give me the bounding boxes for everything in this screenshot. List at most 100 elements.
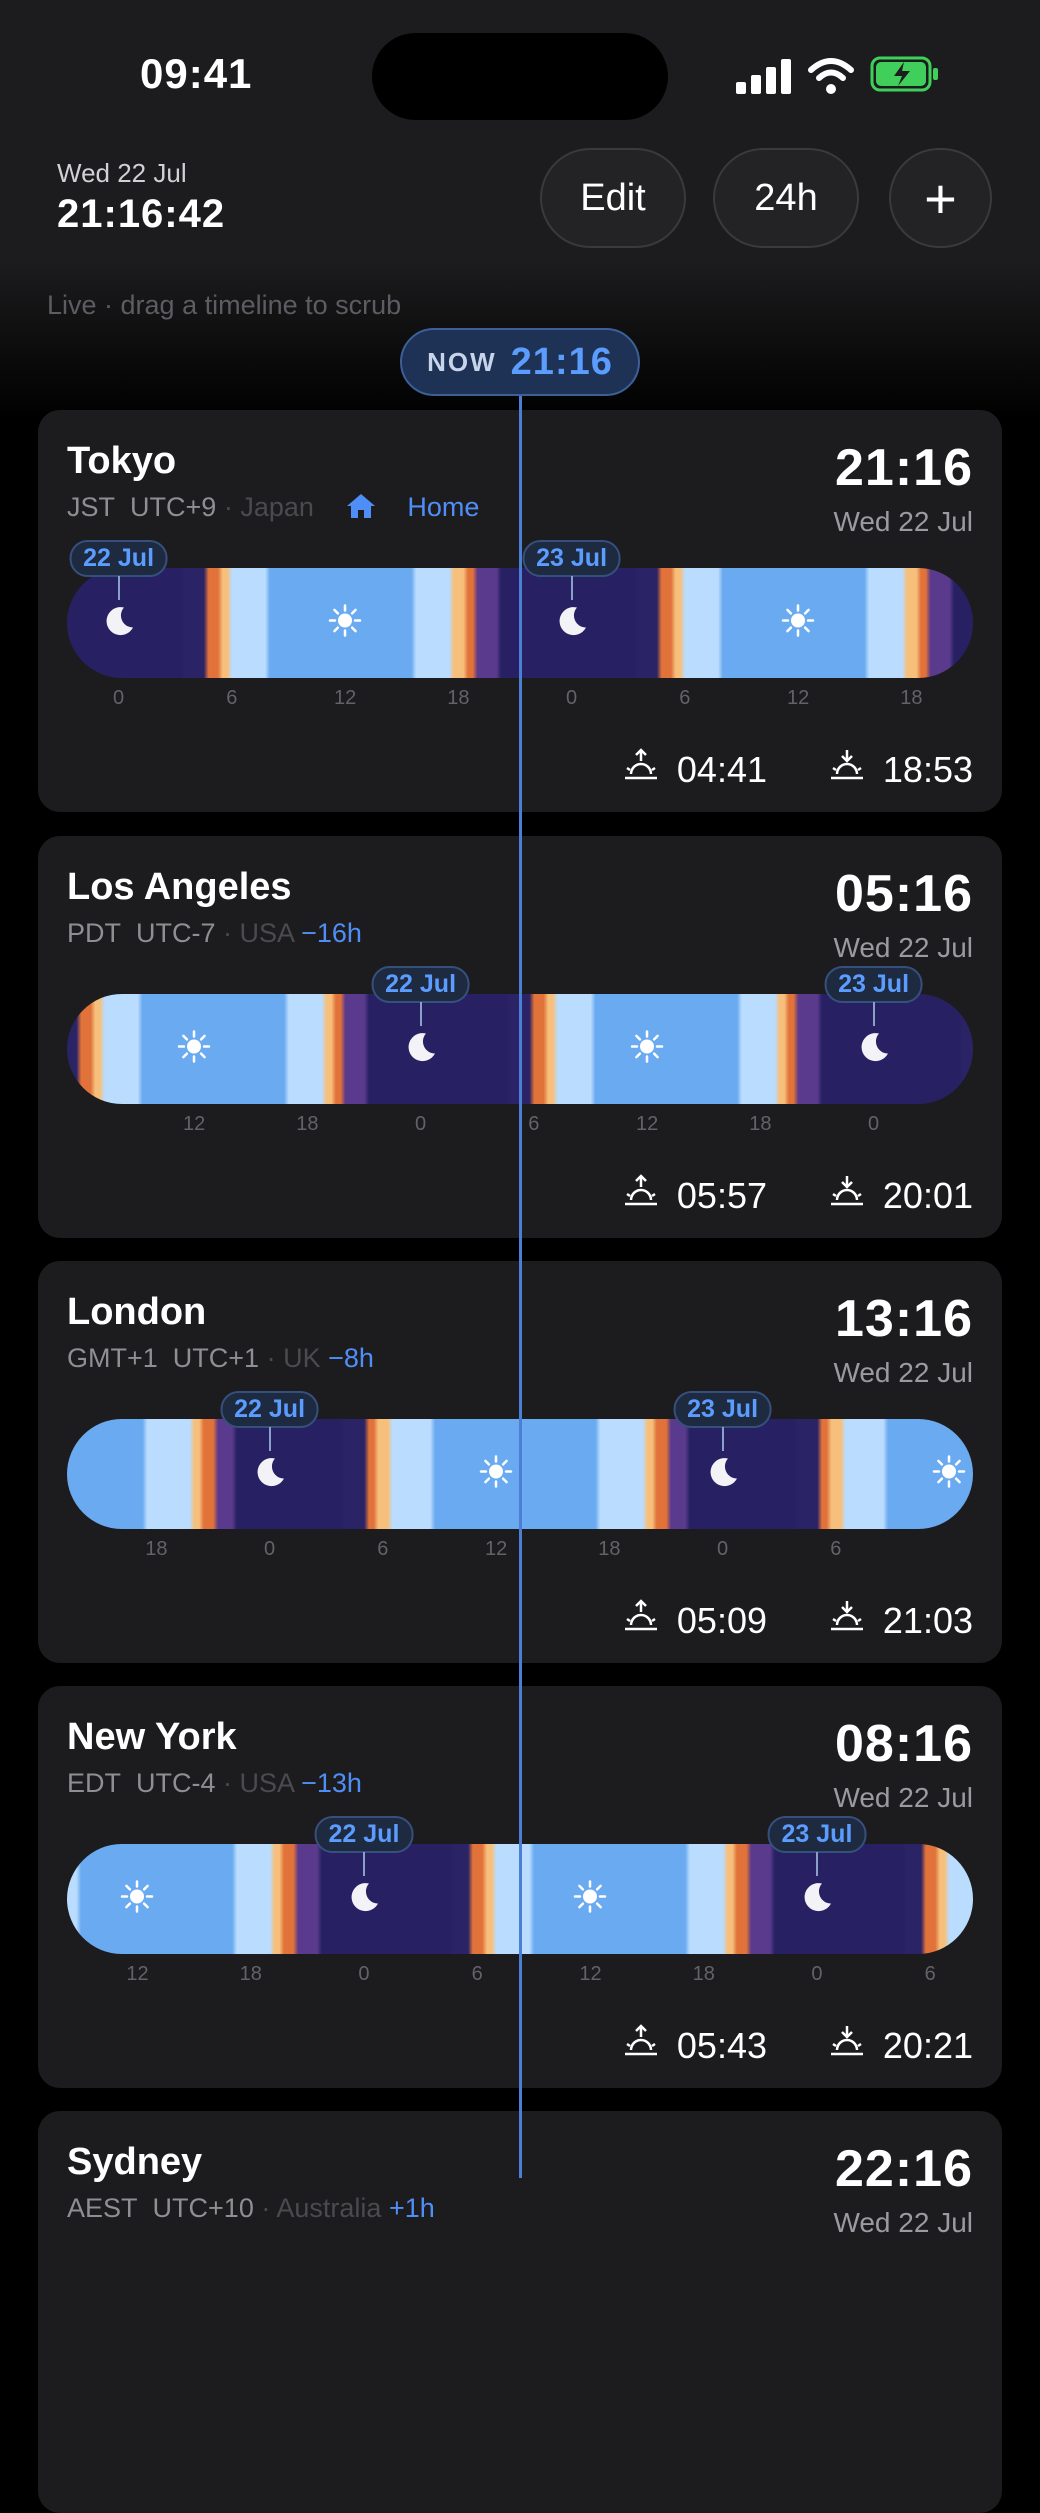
current-clock: 21:16:42 <box>57 192 226 236</box>
sunset-icon <box>829 748 865 791</box>
hour-tick-label: 0 <box>717 1538 729 1560</box>
country-name: Australia <box>276 2193 382 2223</box>
hour-tick-label: 0 <box>358 1963 370 1985</box>
hour-tick-label: 12 <box>333 687 357 709</box>
tz-abbr: JST <box>67 492 116 522</box>
moon-icon <box>404 1030 438 1069</box>
moon-icon <box>253 1455 287 1494</box>
local-date: Wed 22 Jul <box>833 2207 973 2238</box>
sunrise-time: 05:43 <box>676 2024 767 2066</box>
sun-icon <box>328 604 362 643</box>
local-time: 22:16 <box>835 2140 973 2198</box>
hour-tick-label: 6 <box>226 687 238 709</box>
sun-icon <box>630 1030 664 1069</box>
day-tag: 22 Jul <box>371 966 471 1003</box>
sunrise-info: 05:57 <box>623 1174 767 1217</box>
sunset-icon <box>829 2024 865 2067</box>
utc-offset: UTC+1 <box>172 1343 260 1373</box>
moon-icon <box>706 1455 740 1494</box>
hour-tick-label: 0 <box>113 687 125 709</box>
tz-abbr: GMT+1 <box>67 1343 158 1373</box>
day-tag-stem <box>268 1427 271 1451</box>
sunrise-icon <box>623 1174 659 1217</box>
city-name: London <box>67 1291 207 1333</box>
moon-icon <box>102 604 136 643</box>
moon-icon <box>857 1030 891 1069</box>
local-time: 08:16 <box>835 1715 973 1773</box>
tz-abbr: PDT <box>67 918 121 948</box>
sunset-icon <box>829 1599 865 1642</box>
hour-tick-label: 18 <box>239 1963 262 1985</box>
home-icon <box>345 492 377 527</box>
sun-icon <box>781 604 815 643</box>
hour-tick-label: 0 <box>415 1113 427 1135</box>
sunrise-time: 05:57 <box>676 1174 767 1216</box>
city-name: Sydney <box>67 2141 203 2183</box>
hour-tick-label: 18 <box>692 1963 715 1985</box>
moon-icon <box>800 1880 834 1919</box>
local-time: 21:16 <box>835 439 973 497</box>
sunset-info: 20:01 <box>829 1174 973 1217</box>
day-tag: 23 Jul <box>673 1391 773 1428</box>
now-indicator-line[interactable] <box>519 396 522 2178</box>
offset-label: −13h <box>301 1768 362 1798</box>
sunrise-icon <box>623 2024 659 2067</box>
local-time: 13:16 <box>835 1290 973 1348</box>
utc-offset: UTC-4 <box>136 1768 216 1798</box>
city-name: New York <box>67 1716 237 1758</box>
sun-icon <box>177 1030 211 1069</box>
sun-icon <box>573 1880 607 1919</box>
now-badge[interactable]: NOW 21:16 <box>400 328 640 396</box>
timezone-info: PDT UTC-7 · USA −16h <box>67 918 362 948</box>
country-name: USA <box>239 918 294 948</box>
tz-abbr: AEST <box>67 2193 138 2223</box>
now-time: 21:16 <box>510 340 613 383</box>
offset-label: −8h <box>328 1343 374 1373</box>
sun-icon <box>932 1455 966 1494</box>
day-tag: 23 Jul <box>824 966 924 1003</box>
offset-label: −16h <box>301 918 362 948</box>
hour-tick-label: 0 <box>264 1538 276 1560</box>
country-name: USA <box>239 1768 294 1798</box>
sunset-info: 20:21 <box>829 2024 973 2067</box>
day-tag: 23 Jul <box>767 1816 867 1853</box>
local-date: Wed 22 Jul <box>833 932 973 963</box>
now-label: NOW <box>427 346 497 377</box>
signal-icon <box>736 58 792 94</box>
sunrise-time: 04:41 <box>676 748 767 790</box>
hour-tick-label: 12 <box>635 1113 659 1135</box>
local-date: Wed 22 Jul <box>833 1782 973 1813</box>
add-city-button[interactable]: + <box>889 148 992 248</box>
current-date: Wed 22 Jul <box>57 158 187 188</box>
sunset-info: 18:53 <box>829 748 973 791</box>
sunset-time: 20:21 <box>882 2024 973 2066</box>
sunrise-info: 05:43 <box>623 2024 767 2067</box>
timezone-info: JST UTC+9 · Japan Home <box>67 492 479 527</box>
sunrise-icon <box>623 748 659 791</box>
format-toggle-button[interactable]: 24h <box>713 148 859 248</box>
day-tag-stem <box>872 1002 875 1026</box>
tz-abbr: EDT <box>67 1768 121 1798</box>
offset-label: +1h <box>388 2193 435 2223</box>
wifi-icon <box>808 58 854 94</box>
sunset-time: 18:53 <box>882 748 973 790</box>
day-tag-stem <box>117 576 120 600</box>
hour-tick-label: 6 <box>924 1963 936 1985</box>
utc-offset: UTC-7 <box>136 918 216 948</box>
hour-tick-label: 18 <box>900 687 923 709</box>
hour-tick-label: 6 <box>679 687 691 709</box>
timezone-info: EDT UTC-4 · USA −13h <box>67 1768 362 1798</box>
sunrise-info: 04:41 <box>623 748 767 791</box>
sun-icon <box>120 1880 154 1919</box>
country-name: UK <box>283 1343 321 1373</box>
local-date: Wed 22 Jul <box>833 1357 973 1388</box>
dynamic-island <box>372 33 668 120</box>
hour-tick-label: 6 <box>471 1963 483 1985</box>
sunset-icon <box>829 1174 865 1217</box>
day-tag-stem <box>721 1427 724 1451</box>
hour-tick-label: 6 <box>377 1538 389 1560</box>
hour-tick-label: 0 <box>868 1113 880 1135</box>
sunset-time: 20:01 <box>882 1174 973 1216</box>
edit-button[interactable]: Edit <box>540 148 686 248</box>
timezone-info: AEST UTC+10 · Australia +1h <box>67 2193 435 2223</box>
